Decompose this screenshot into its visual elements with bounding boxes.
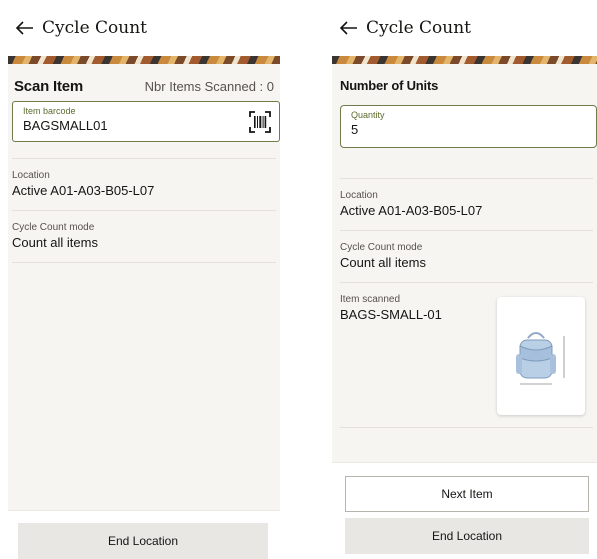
- next-item-button[interactable]: Next Item: [345, 476, 589, 512]
- cycle-count-mode-value: Count all items: [340, 255, 426, 270]
- scan-item-title: Scan Item: [14, 78, 84, 95]
- details-list: Location Active A01-A03-B05-L07 Cycle Co…: [332, 178, 597, 428]
- cycle-count-mode-label: Cycle Count mode: [12, 222, 95, 233]
- details-list: Location Active A01-A03-B05-L07 Cycle Co…: [8, 158, 280, 263]
- section-row: Number of Units: [332, 64, 597, 93]
- quantity-label: Quantity: [351, 110, 385, 120]
- location-value: Active A01-A03-B05-L07: [12, 183, 155, 198]
- cycle-count-mode-row: Cycle Count mode Count all items: [12, 210, 276, 263]
- item-barcode-field[interactable]: Item barcode BAGSMALL01: [12, 101, 280, 142]
- scan-item-screen: Cycle Count Scan Item Nbr Items Scanned …: [8, 0, 280, 559]
- item-barcode-value[interactable]: BAGSMALL01: [23, 118, 269, 133]
- units-panel: Number of Units Quantity 5 Location Acti…: [332, 64, 597, 462]
- page-title: Cycle Count: [42, 18, 148, 38]
- bottom-action-bar: Next Item End Location: [332, 462, 597, 559]
- quantity-input[interactable]: 5: [351, 122, 586, 137]
- cycle-count-mode-label: Cycle Count mode: [340, 242, 423, 253]
- scan-row: Scan Item Nbr Items Scanned : 0: [8, 64, 280, 95]
- location-row: Location Active A01-A03-B05-L07: [12, 158, 276, 210]
- number-of-units-title: Number of Units: [340, 78, 439, 93]
- header-banner: [8, 56, 280, 64]
- items-scanned-count: Nbr Items Scanned : 0: [144, 79, 274, 94]
- app-header: Cycle Count: [8, 0, 280, 56]
- quantity-field[interactable]: Quantity 5: [340, 105, 597, 148]
- end-location-button[interactable]: End Location: [18, 523, 268, 559]
- bottom-action-bar: End Location: [8, 510, 280, 559]
- location-label: Location: [340, 190, 378, 201]
- back-arrow-icon[interactable]: [338, 17, 360, 39]
- barcode-scan-icon[interactable]: [249, 111, 271, 133]
- end-location-button[interactable]: End Location: [345, 518, 589, 554]
- backpack-image: [516, 332, 565, 385]
- location-value: Active A01-A03-B05-L07: [340, 203, 483, 218]
- number-of-units-screen: Cycle Count Number of Units Quantity 5 L…: [332, 0, 597, 559]
- cycle-count-mode-row: Cycle Count mode Count all items: [340, 230, 593, 282]
- item-barcode-label: Item barcode: [23, 106, 76, 116]
- back-arrow-icon[interactable]: [14, 17, 36, 39]
- cycle-count-mode-value: Count all items: [12, 235, 98, 250]
- item-scanned-row: Item scanned BAGS-SMALL-01: [340, 282, 593, 428]
- location-row: Location Active A01-A03-B05-L07: [340, 178, 593, 230]
- scan-panel: Scan Item Nbr Items Scanned : 0 Item bar…: [8, 64, 280, 510]
- app-header: Cycle Count: [332, 0, 597, 56]
- page-title: Cycle Count: [366, 18, 472, 38]
- location-label: Location: [12, 170, 50, 181]
- header-banner: [332, 56, 597, 64]
- item-image: [497, 297, 585, 415]
